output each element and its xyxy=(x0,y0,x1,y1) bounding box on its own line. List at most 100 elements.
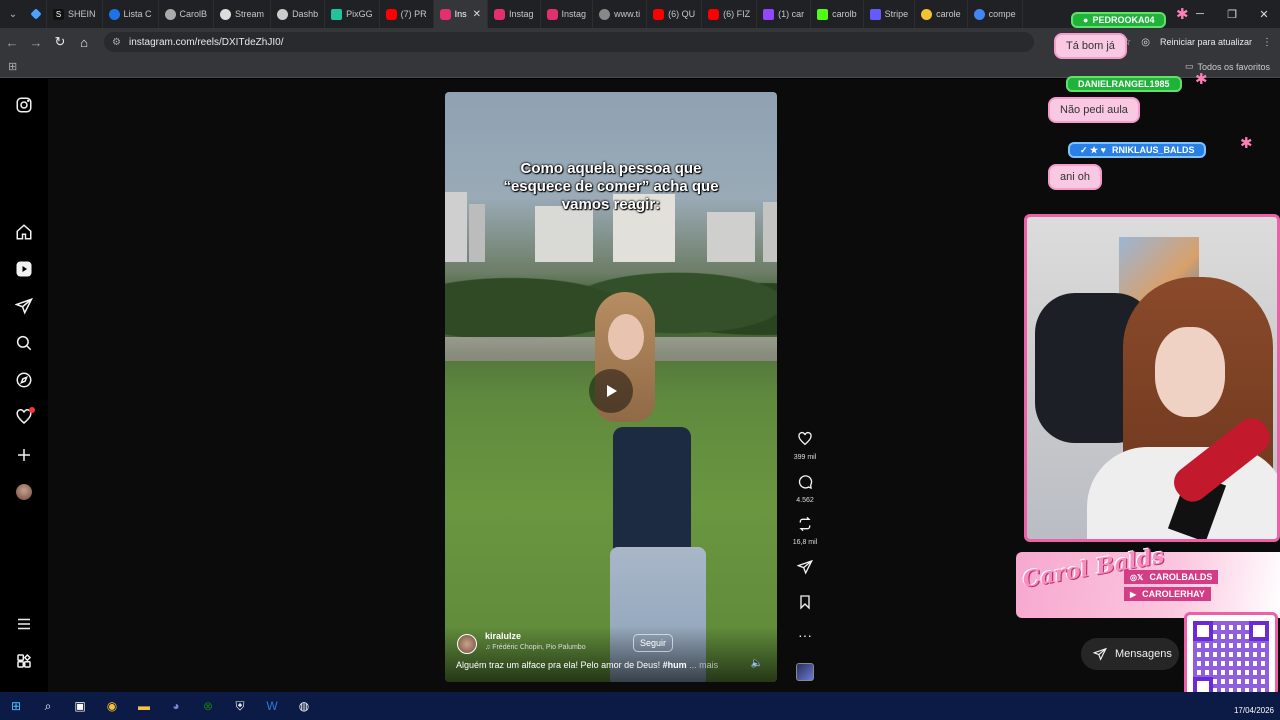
avatar xyxy=(16,484,32,500)
tab-label: (6) FIZ xyxy=(723,9,751,19)
sparkle-icon: ✱ xyxy=(1195,71,1208,88)
home-icon[interactable] xyxy=(14,222,34,242)
home-icon[interactable]: ⌂ xyxy=(72,28,96,56)
browser-tab[interactable]: carolb xyxy=(811,0,864,28)
browser-tab-active[interactable]: Ins ✕ xyxy=(433,0,489,28)
menu-icon[interactable] xyxy=(14,614,34,634)
search-icon[interactable] xyxy=(14,333,34,353)
profile-avatar[interactable] xyxy=(14,482,34,502)
tab-label: PixGG xyxy=(346,9,373,19)
browser-tab[interactable]: (6) FIZ xyxy=(702,0,758,28)
browser-tab[interactable]: www.ti xyxy=(593,0,648,28)
browser-tab[interactable]: Dashb xyxy=(271,0,326,28)
browser-tab[interactable]: S SHEIN xyxy=(47,0,103,28)
profile-icon[interactable]: ◎ xyxy=(1141,37,1150,48)
restart-button[interactable]: Reiniciar para atualizar xyxy=(1160,37,1252,47)
reload-icon[interactable]: ↻ xyxy=(48,28,72,56)
discord-icon[interactable]: ◕ xyxy=(160,692,192,720)
save-button[interactable] xyxy=(787,594,823,615)
social-handle-text: CAROLERHAY xyxy=(1142,589,1205,599)
back-icon[interactable]: ← xyxy=(0,28,24,56)
browser-tab[interactable]: compe xyxy=(968,0,1023,28)
like-count: 399 mil xyxy=(793,454,817,461)
create-plus-icon[interactable] xyxy=(14,445,34,465)
youtube-icon: ▶ xyxy=(1130,589,1137,599)
forward-icon[interactable]: → xyxy=(24,28,48,56)
play-icon xyxy=(607,385,617,397)
browser-tab[interactable]: Stream xyxy=(214,0,272,28)
repost-button[interactable]: 16,8 mil xyxy=(787,516,823,546)
like-button[interactable]: 399 mil xyxy=(787,431,823,461)
word-icon[interactable]: W xyxy=(256,692,288,720)
window-controls: ─ ❐ ✕ xyxy=(1184,0,1280,28)
qr-finder xyxy=(1249,621,1269,641)
chat-message: Tá bom já xyxy=(1054,33,1127,59)
browser-tab[interactable]: Lista C xyxy=(103,0,159,28)
more-link[interactable]: ... mais xyxy=(689,660,718,670)
globe-icon xyxy=(599,8,611,20)
close-window-icon[interactable]: ✕ xyxy=(1248,0,1280,28)
tab-label: Ins xyxy=(454,9,467,19)
restore-icon[interactable]: ❐ xyxy=(1216,0,1248,28)
comment-button[interactable]: 4.562 xyxy=(787,474,823,504)
streamer-face xyxy=(1155,327,1225,417)
browser-tab[interactable]: Instag xyxy=(488,0,541,28)
reel-author-avatar[interactable] xyxy=(457,634,477,654)
reel-hashtag[interactable]: #hum xyxy=(663,660,687,670)
explore-icon[interactable] xyxy=(14,370,34,390)
stripe-icon xyxy=(869,8,881,20)
play-button[interactable] xyxy=(589,369,633,413)
eye-icon xyxy=(921,8,933,20)
site-info-icon[interactable]: ⚙ xyxy=(112,37,121,48)
all-favorites-label: Todos os favoritos xyxy=(1197,61,1270,72)
also-from-meta-icon[interactable] xyxy=(14,651,34,671)
browser-tab[interactable]: (7) PR xyxy=(380,0,434,28)
file-explorer-icon[interactable]: ▬ xyxy=(128,692,160,720)
browser-tab[interactable]: carole xyxy=(915,0,968,28)
address-bar[interactable]: ⚙ instagram.com/reels/DXITdeZhJI0/ xyxy=(104,32,1034,52)
minimize-icon[interactable]: ─ xyxy=(1184,0,1216,28)
reel-username[interactable]: kiralulze xyxy=(485,631,521,641)
messages-icon[interactable] xyxy=(14,296,34,316)
kick-icon xyxy=(817,8,829,20)
messages-send-icon xyxy=(1093,647,1107,661)
youtube-icon xyxy=(385,8,397,20)
notifications-heart-icon[interactable] xyxy=(14,407,35,427)
browser-tab[interactable] xyxy=(26,0,47,28)
taskbar-date: 17/04/2026 xyxy=(1233,706,1274,715)
browser-tab[interactable]: Instag xyxy=(541,0,594,28)
tab-label: Instag xyxy=(509,9,534,19)
tab-search-icon[interactable]: ⌄ xyxy=(0,0,26,28)
anchor-icon xyxy=(220,8,232,20)
task-view-icon[interactable]: ▣ xyxy=(64,692,96,720)
more-menu-icon[interactable]: ⋮ xyxy=(1262,37,1272,48)
browser-tab[interactable]: Stripe xyxy=(864,0,916,28)
browser-tab[interactable]: PixGG xyxy=(325,0,380,28)
search-icon[interactable]: ⌕ xyxy=(32,692,64,720)
apps-grid-icon[interactable]: ⊞ xyxy=(8,60,17,73)
close-icon[interactable]: ✕ xyxy=(473,9,481,20)
twitch-icon xyxy=(763,8,775,20)
gem-icon xyxy=(30,8,42,20)
instagram-logo-icon[interactable] xyxy=(14,95,34,115)
xbox-icon[interactable]: ⊗ xyxy=(192,692,224,720)
pixgg-icon xyxy=(331,8,343,20)
windows-start-icon[interactable]: ⊞ xyxy=(0,692,32,720)
obs-icon[interactable]: ◍ xyxy=(288,692,320,720)
browser-tab[interactable]: (1) car xyxy=(757,0,812,28)
reel-audio-label: Frédéric Chopin, Pio Palumbo xyxy=(492,644,586,651)
reel-video[interactable]: Como aquela pessoa que “esquece de comer… xyxy=(445,92,777,682)
volume-icon[interactable]: 🔈 xyxy=(751,658,763,669)
follow-button[interactable]: Seguir xyxy=(633,634,674,652)
browser-tab[interactable]: (6) QU xyxy=(647,0,703,28)
reels-icon[interactable] xyxy=(14,259,34,279)
security-shield-icon[interactable]: ⛨ xyxy=(224,692,256,720)
browser-tab[interactable]: CarolB xyxy=(159,0,215,28)
audio-thumbnail[interactable] xyxy=(796,663,814,681)
messages-button[interactable]: Mensagens xyxy=(1081,638,1179,670)
qr-finder xyxy=(1193,621,1213,641)
reel-audio-info[interactable]: ♫ Frédéric Chopin, Pio Palumbo xyxy=(485,644,586,651)
share-button[interactable] xyxy=(787,559,823,580)
chrome-icon[interactable]: ◉ xyxy=(96,692,128,720)
more-options-icon[interactable]: ··· xyxy=(787,627,823,643)
